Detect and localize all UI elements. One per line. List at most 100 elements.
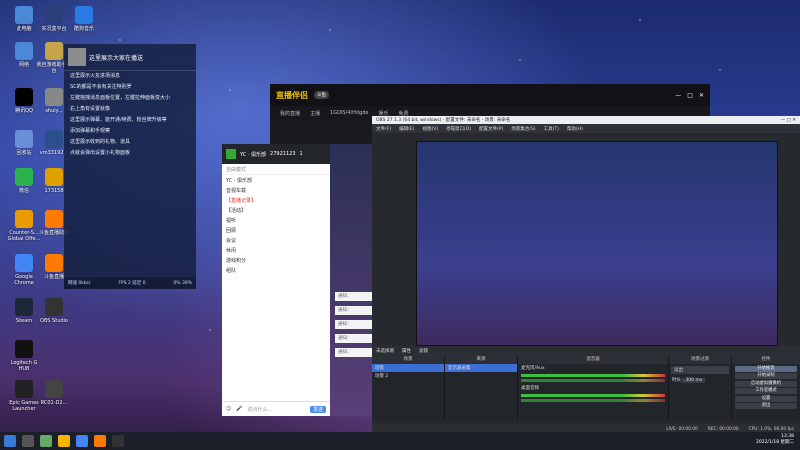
channel-item[interactable]: 回顾 <box>222 225 330 235</box>
channel-item[interactable]: 音视车载 <box>222 185 330 195</box>
douyu-tag: 斗鱼 <box>314 91 329 99</box>
channel-item[interactable]: 游戏积分 <box>222 255 330 265</box>
app-icon <box>15 42 33 60</box>
mixer-dock: 混音器 麦克风/Aux 桌面音频 <box>518 356 669 420</box>
channel-item[interactable]: 【活动】 <box>222 205 330 215</box>
transition-select[interactable]: 淡出 <box>671 366 729 374</box>
obs-menu-item[interactable]: 视图(V) <box>422 126 438 132</box>
desktop-icon[interactable]: 酷狗音乐 <box>66 6 102 32</box>
chrome-icon[interactable] <box>76 435 88 447</box>
app-icon <box>15 380 33 398</box>
status-item: CPU: 1.0%, 60.00 fps <box>748 426 794 432</box>
channel-item[interactable]: YC · 俱乐部 <box>222 175 330 185</box>
channel-item[interactable]: 组队 <box>222 265 330 275</box>
app-icon <box>45 210 63 228</box>
chat-footer: 网速 0kb/s FPS 2 延迟 0 0% 39% <box>64 277 196 289</box>
obs-icon[interactable] <box>112 435 124 447</box>
scene-item[interactable]: 场景 <box>372 364 444 372</box>
control-button[interactable]: 开始推流 <box>735 365 797 372</box>
send-button[interactable]: 发送 <box>309 405 326 413</box>
obs-title: OBS 27.1.3 (64 bit, windows) - 配置文件: 未命名… <box>376 118 511 123</box>
chat-message: 这里展示收到的礼物、道具 <box>70 139 131 145</box>
avatar <box>68 48 86 66</box>
volume-meter <box>521 374 665 377</box>
status-item: LIVE: 00:00:00 <box>666 426 698 432</box>
desktop-icon[interactable]: Logitech G HUB <box>6 340 42 372</box>
controls-dock: 控件 开始推流 开始录制 启动虚拟摄像机 工作室模式 设置 退出 <box>732 356 800 420</box>
obs-menu-item[interactable]: 工具(T) <box>544 126 559 132</box>
danmaku-panel[interactable]: 这里展示大家在播送 这里展示火友进场消息 SC的都是不会有关注特别罗 左键拖拽消息面… <box>64 44 196 289</box>
obs-context-button[interactable]: 属性 <box>402 348 411 354</box>
obs-menu-item[interactable]: 场景集合(S) <box>511 126 535 132</box>
start-button[interactable] <box>4 435 16 447</box>
app-icon <box>15 298 33 316</box>
folder-icon[interactable] <box>58 435 70 447</box>
clock-date[interactable]: 2022/1/18 星期二 <box>756 440 794 446</box>
chat-message: 这里展示火友进场消息 <box>70 73 121 79</box>
status-item: REC: 00:00:00 <box>707 426 739 432</box>
control-button[interactable]: 退出 <box>735 403 797 409</box>
channel-item[interactable]: 【直播记录】 <box>222 195 330 205</box>
close-icon[interactable]: ✕ <box>792 118 796 123</box>
transition-header: 场景过渡 <box>669 356 731 364</box>
app-icon <box>75 6 93 24</box>
obs-menu-item[interactable]: 配置文件(P) <box>479 126 503 132</box>
control-button[interactable]: 启动虚拟摄像机 <box>735 380 797 387</box>
app-icon <box>15 6 33 24</box>
app-icon <box>45 254 63 272</box>
control-button[interactable]: 开始录制 <box>735 373 797 379</box>
online-count: 1 <box>299 151 303 157</box>
taskview-icon[interactable] <box>40 435 52 447</box>
taskbar: 13:38 2022/1/18 星期二 <box>0 432 800 450</box>
usage-info: 0% 39% <box>173 280 192 286</box>
chat-message: 点就会弹出设置小礼物面板 <box>70 150 131 156</box>
douyu-icon[interactable] <box>94 435 106 447</box>
source-item[interactable]: 显示器采集 <box>445 364 517 372</box>
douyu-tab[interactable]: 主播 <box>310 110 320 117</box>
search-icon[interactable] <box>22 435 34 447</box>
channel-item[interactable]: 会议 <box>222 235 330 245</box>
obs-context-button[interactable]: 滤镜 <box>419 348 428 354</box>
obs-menu-item[interactable]: 文件(F) <box>376 126 391 132</box>
chat-message: 右上角有设置就像 <box>70 106 111 112</box>
emoji-icon[interactable]: ☺ <box>226 406 231 412</box>
douyu-tab[interactable]: 1GDIS/4/Hdgde <box>330 110 368 116</box>
duration-label: 时长 <box>672 378 681 383</box>
obs-menu-item[interactable]: 帮助(H) <box>567 126 583 132</box>
mode-select[interactable]: 自由模式 <box>222 164 330 175</box>
obs-window[interactable]: OBS 27.1.3 (64 bit, windows) - 配置文件: 未命名… <box>372 116 800 434</box>
control-button[interactable]: 工作室模式 <box>735 388 797 394</box>
scene-item[interactable]: 场景 2 <box>372 372 444 380</box>
fps-info: FPS 2 延迟 0 <box>118 281 146 286</box>
desktop-icon[interactable]: RC01-D2... <box>36 380 72 406</box>
duration-value[interactable]: 300 ms <box>682 378 706 383</box>
control-button[interactable]: 设置 <box>735 395 797 402</box>
obs-context-button[interactable]: 未选择源 <box>376 348 394 354</box>
close-icon[interactable]: ✕ <box>699 92 704 99</box>
douyu-tab[interactable]: 我的直播 <box>280 110 300 117</box>
volume-slider[interactable] <box>521 379 665 382</box>
mic-icon[interactable]: 🎤 <box>236 406 242 412</box>
obs-menu-item[interactable]: 停靠窗口(D) <box>446 126 471 132</box>
yy-room-panel[interactable]: YC · 俱乐部 27921123 1 自由模式 YC · 俱乐部 音视车载 【直播… <box>222 144 330 416</box>
chat-message: SC的都是不会有关注特别罗 <box>70 84 132 90</box>
app-icon <box>15 88 33 106</box>
composer-toolbar: ☺ 🎤 说点什么... 发送 <box>222 401 330 416</box>
obs-menu-item[interactable]: 编辑(E) <box>399 126 414 132</box>
scenes-header: 场景 <box>372 356 444 364</box>
minimize-icon[interactable]: — <box>675 92 681 99</box>
sources-dock: 来源 显示器采集 <box>445 356 518 420</box>
channel-item[interactable]: 视听 <box>222 215 330 225</box>
desktop-icon[interactable]: OBS Studio <box>36 298 72 324</box>
app-icon <box>45 6 63 24</box>
app-icon <box>45 380 63 398</box>
app-icon <box>15 254 33 272</box>
app-icon <box>45 130 63 148</box>
chat-message: 左键拖拽消息面板位置，左键拉伸面板变大小 <box>70 95 171 101</box>
obs-preview[interactable] <box>416 141 778 346</box>
maximize-icon[interactable]: □ <box>687 92 693 99</box>
volume-slider[interactable] <box>521 399 665 402</box>
composer-hint[interactable]: 说点什么... <box>247 406 305 413</box>
room-name: YC · 俱乐部 <box>240 151 267 158</box>
channel-item[interactable]: 休闲 <box>222 245 330 255</box>
